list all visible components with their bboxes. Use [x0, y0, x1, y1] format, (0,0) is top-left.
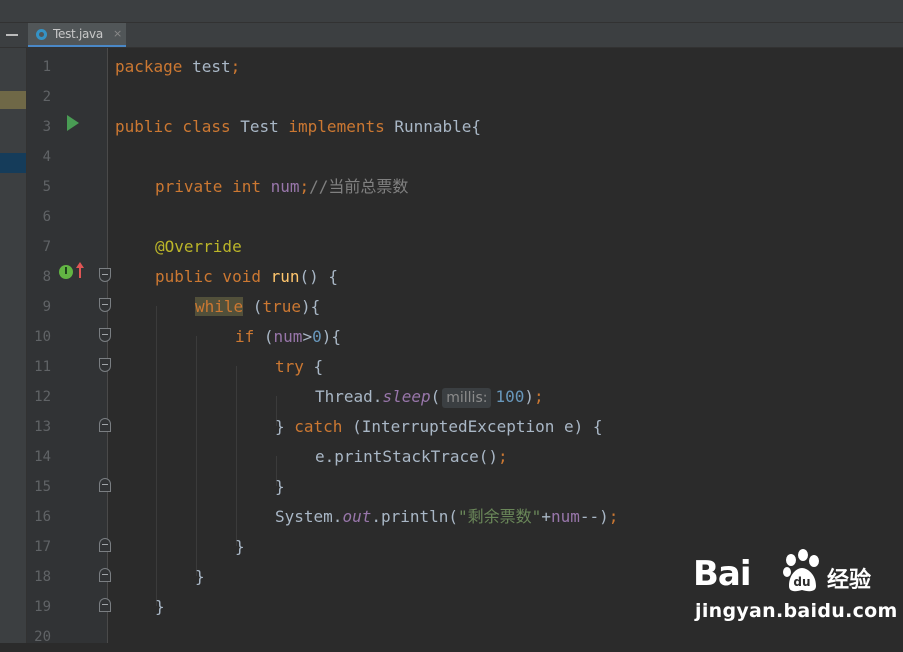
code-line-9: while (true){: [195, 297, 321, 316]
line-number: 12: [34, 389, 51, 405]
code-line-8: public void run() {: [155, 267, 339, 286]
code-line-12: Thread.sleep(millis: 100);: [315, 387, 544, 408]
code-line-13: } catch (InterruptedException e) {: [275, 417, 603, 436]
watermark-url: jingyan.baidu.com: [695, 600, 898, 622]
editor-tab-bar: Test.java ×: [0, 23, 903, 48]
line-number: 8: [42, 269, 51, 285]
code-line-19: }: [155, 597, 165, 616]
editor-gutter: 1 2 3 4 5 6 7 8 9 10 11 12 13 14 15 16 1…: [27, 48, 111, 645]
line-number: 3: [42, 119, 51, 135]
line-number: 17: [34, 539, 51, 555]
line-number: 9: [42, 299, 51, 315]
indent-guide: [156, 306, 157, 606]
java-class-file-icon: [36, 29, 47, 40]
code-line-14: e.printStackTrace();: [315, 447, 508, 466]
baidu-paw-icon: du: [783, 549, 819, 592]
code-line-1: package test;: [115, 57, 241, 76]
svg-text:du: du: [793, 575, 810, 589]
tab-label: Test.java: [53, 27, 103, 41]
code-line-17: }: [235, 537, 245, 556]
indent-guide: [196, 336, 197, 576]
minimize-icon[interactable]: [6, 34, 18, 36]
line-number: 18: [34, 569, 51, 585]
baidu-jingyan-watermark: Bai du 经验 jingyan.baidu.com: [693, 548, 897, 628]
line-number: 7: [42, 239, 51, 255]
code-line-18: }: [195, 567, 205, 586]
line-number: 1: [42, 59, 51, 75]
project-tree-highlight[interactable]: [0, 91, 26, 109]
line-number: 6: [42, 209, 51, 225]
line-number: 10: [34, 329, 51, 345]
line-number: 19: [34, 599, 51, 615]
line-number: 5: [42, 179, 51, 195]
tab-test-java[interactable]: Test.java ×: [28, 23, 126, 47]
line-number: 11: [34, 359, 51, 375]
line-number: 2: [42, 89, 51, 105]
indent-guide: [236, 366, 237, 546]
line-number: 20: [34, 629, 51, 645]
code-line-15: }: [275, 477, 285, 496]
title-bar: [0, 0, 903, 23]
line-number: 15: [34, 479, 51, 495]
line-number: 13: [34, 419, 51, 435]
code-line-5: private int num;//当前总票数: [155, 177, 409, 196]
watermark-brand: Bai: [693, 554, 752, 594]
watermark-suffix: 经验: [827, 568, 872, 593]
override-arrow-icon[interactable]: [75, 261, 85, 279]
line-number: 4: [42, 149, 51, 165]
code-line-10: if (num>0){: [235, 327, 341, 346]
implements-gutter-icon[interactable]: I: [59, 265, 73, 279]
close-tab-icon[interactable]: ×: [113, 27, 122, 40]
code-line-11: try {: [275, 357, 324, 376]
code-line-3: public class Test implements Runnable{: [115, 117, 482, 136]
run-gutter-icon[interactable]: [67, 115, 79, 131]
line-number: 14: [34, 449, 51, 465]
project-tree-selection[interactable]: [0, 153, 26, 173]
line-number: 16: [34, 509, 51, 525]
parameter-hint: millis:: [442, 388, 492, 408]
code-line-16: System.out.println("剩余票数"+num--);: [275, 507, 619, 526]
left-tool-strip: [0, 48, 27, 643]
code-line-7: @Override: [155, 237, 242, 256]
